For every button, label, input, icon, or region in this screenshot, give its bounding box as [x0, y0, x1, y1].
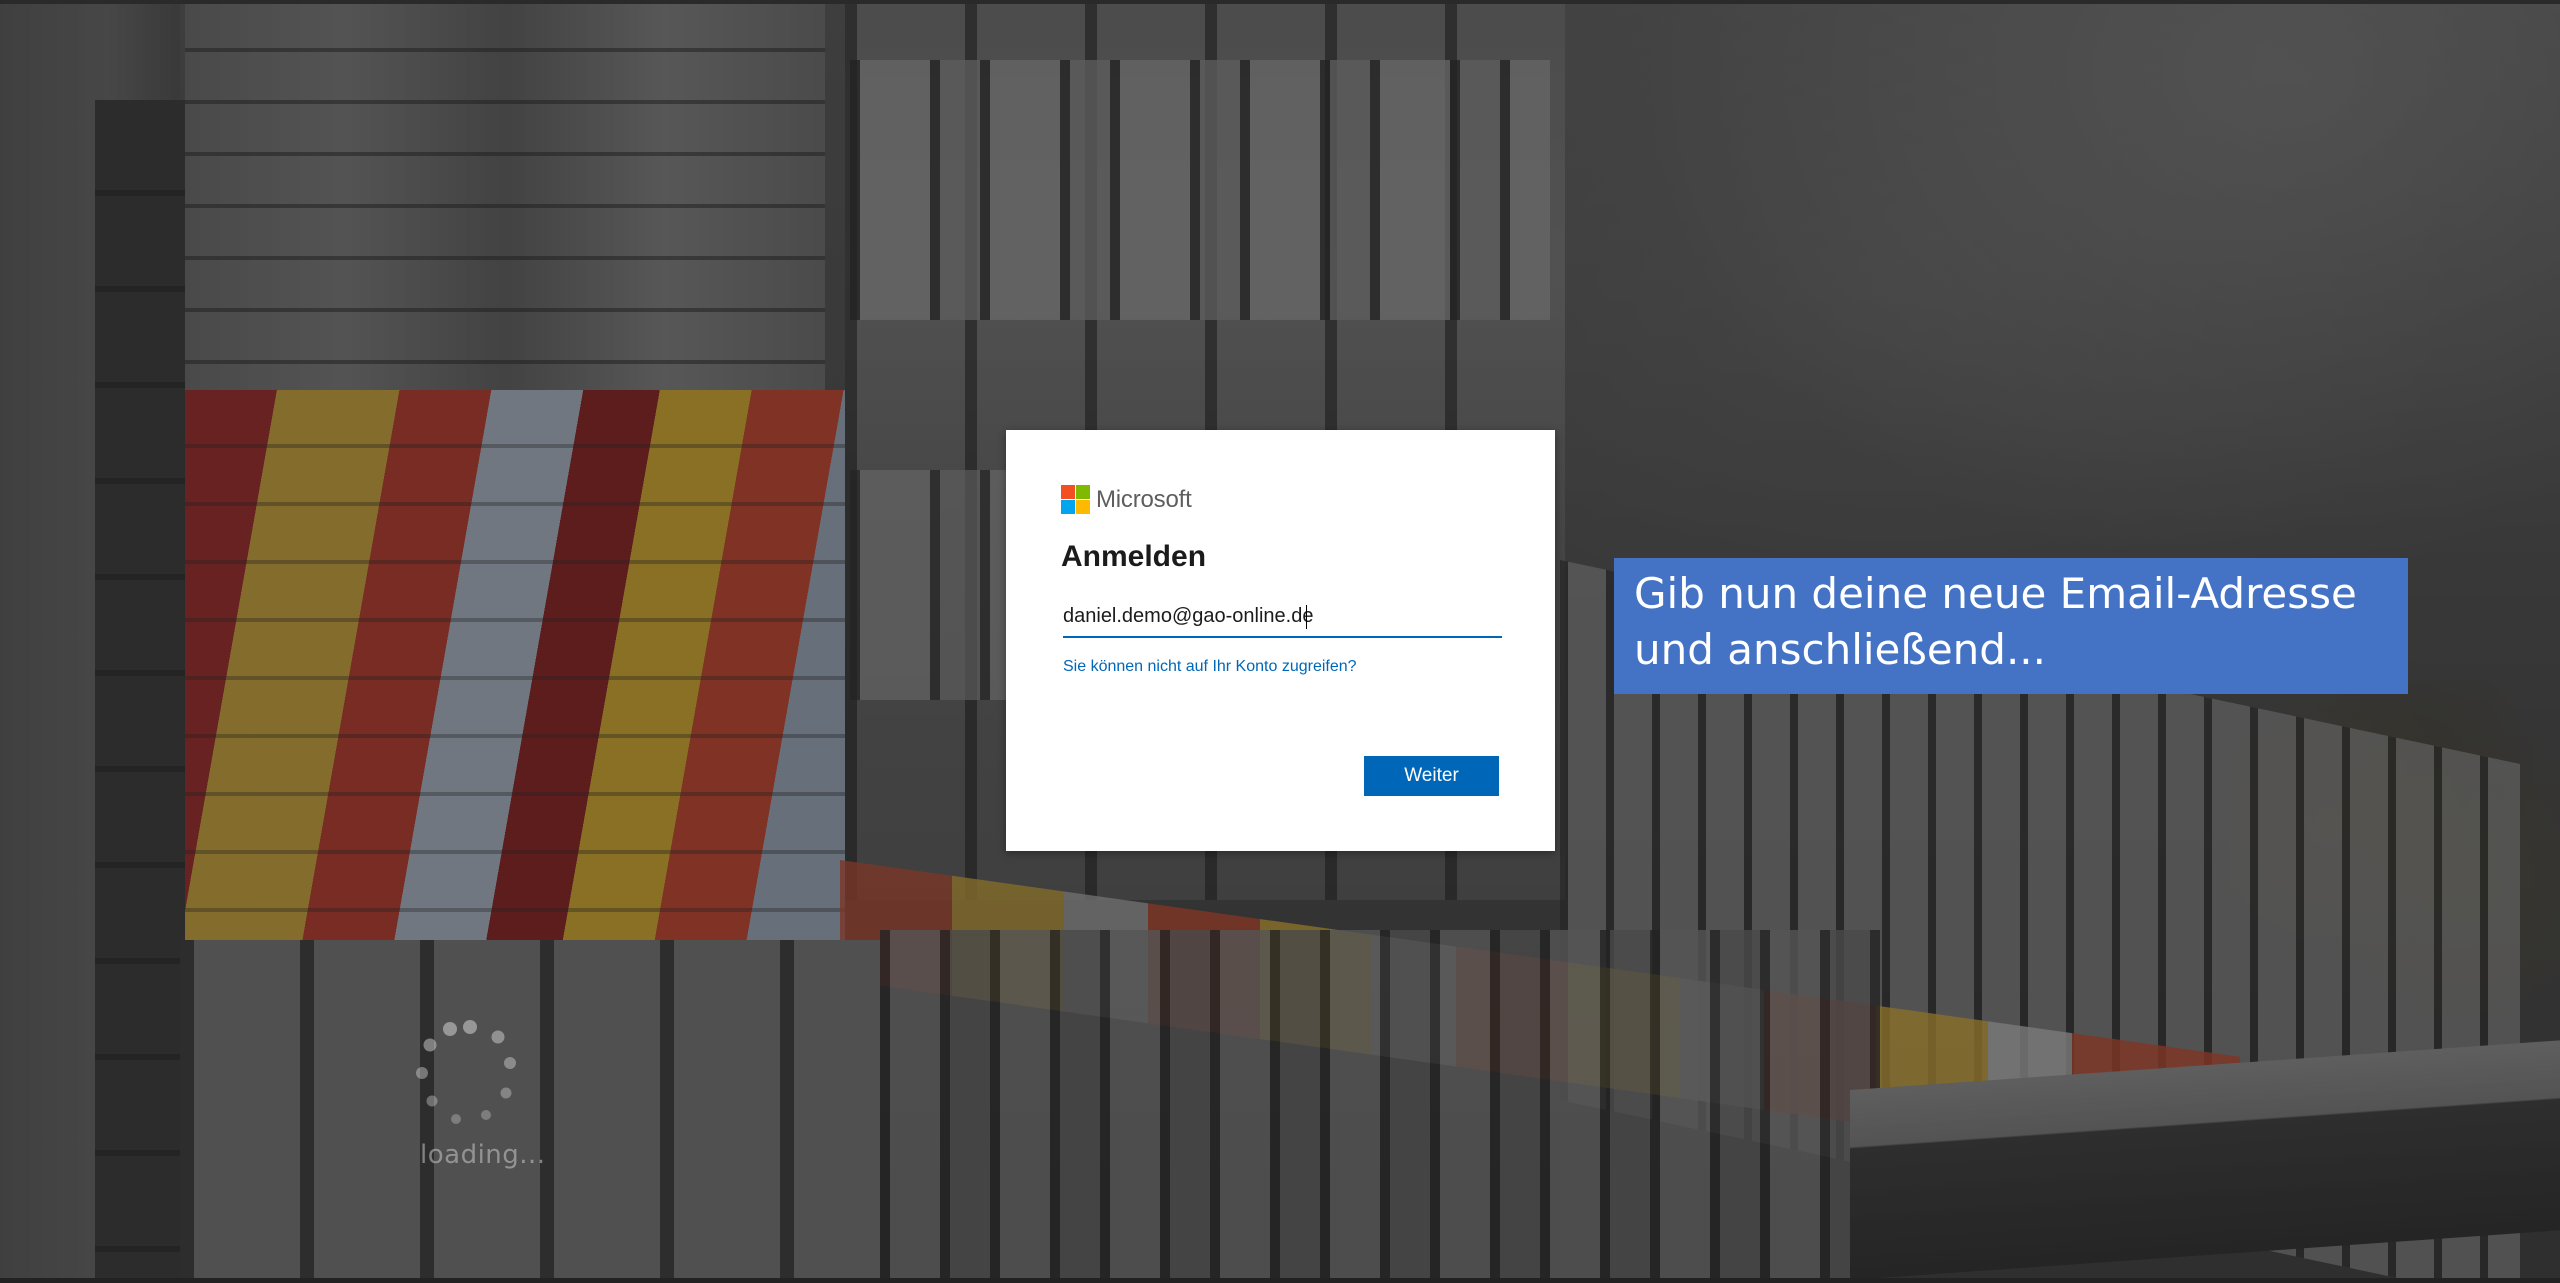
instruction-callout: Gib nun deine neue Email-Adresse und ans…: [1614, 558, 2408, 694]
microsoft-windows-icon: [1061, 485, 1090, 514]
callout-line-1: Gib nun deine neue Email-Adresse: [1634, 569, 2357, 618]
callout-line-2: und anschließend...: [1634, 625, 2047, 674]
page-title: Anmelden: [1061, 540, 1207, 573]
microsoft-wordmark: Microsoft: [1096, 485, 1192, 513]
text-caret: [1306, 605, 1307, 629]
email-field-wrapper: [1063, 598, 1502, 638]
loading-text: loading...: [420, 1140, 546, 1170]
top-edge: [0, 0, 2560, 4]
loading-spinner-icon: [416, 1020, 516, 1124]
cant-access-account-link[interactable]: Sie können nicht auf Ihr Konto zugreifen…: [1063, 658, 1357, 676]
microsoft-logo: Microsoft: [1061, 485, 1192, 514]
signin-dialog: Microsoft Anmelden Sie können nicht auf …: [1006, 430, 1555, 851]
loading-indicator: loading...: [410, 1015, 545, 1175]
email-field[interactable]: [1063, 598, 1502, 634]
screen: loading... Microsoft Anmelden Sie können…: [0, 0, 2560, 1283]
bottom-edge: [0, 1278, 2560, 1283]
next-button[interactable]: Weiter: [1364, 756, 1499, 796]
